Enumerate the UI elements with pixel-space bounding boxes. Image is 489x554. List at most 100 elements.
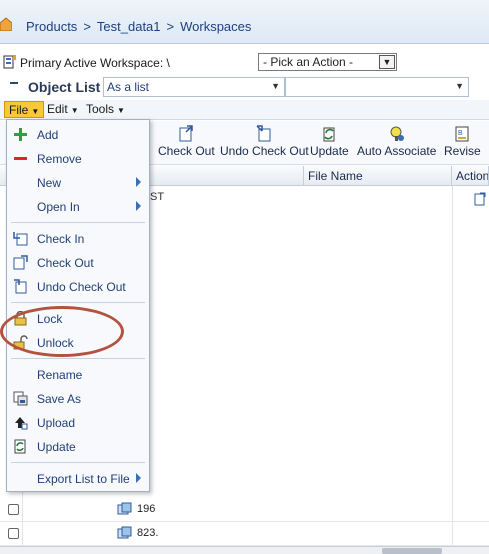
action-column-header[interactable]: Action bbox=[452, 166, 489, 186]
menu-item-label: Check In bbox=[37, 232, 85, 246]
breadcrumb-workspaces[interactable]: Workspaces bbox=[180, 19, 251, 34]
menu-item-add[interactable]: Add bbox=[7, 124, 149, 146]
toolbar-undo-check-out-button[interactable]: Undo Check Out bbox=[220, 125, 309, 158]
chevron-down-icon[interactable]: ▼ bbox=[379, 55, 395, 69]
menu-item-rename[interactable]: Rename bbox=[7, 364, 149, 386]
object-list-title: Object List bbox=[28, 79, 101, 95]
toolbar-check-out-button[interactable]: Check Out bbox=[158, 125, 215, 158]
object-list-row: Object List As a list ▼ ▼ bbox=[0, 76, 489, 98]
view-select[interactable]: As a list ▼ bbox=[103, 77, 285, 97]
workspace-row: Primary Active Workspace: \ - Pick an Ac… bbox=[0, 52, 489, 74]
file-menu-dropdown: Add Remove New Open In Check In Check Ou… bbox=[6, 119, 150, 492]
check-out-icon bbox=[179, 125, 194, 142]
menu-item-label: Export List to File bbox=[37, 472, 130, 486]
update-icon bbox=[14, 439, 26, 454]
edit-menu-label: Edit bbox=[47, 102, 68, 116]
caret-down-icon: ▼ bbox=[70, 106, 79, 115]
revise-icon: B bbox=[455, 126, 469, 142]
chevron-down-icon[interactable]: ▼ bbox=[455, 81, 464, 91]
table-row[interactable]: 823. bbox=[0, 522, 489, 546]
menu-item-label: Update bbox=[37, 440, 76, 454]
toolbar-revise-label: Revise bbox=[444, 144, 481, 158]
submenu-arrow-icon bbox=[136, 201, 141, 211]
submenu-arrow-icon bbox=[136, 473, 141, 483]
filter-select[interactable]: ▼ bbox=[285, 77, 469, 97]
toolbar-undo-check-out-label: Undo Check Out bbox=[220, 144, 309, 158]
menu-item-label: Undo Check Out bbox=[37, 280, 126, 294]
menu-item-update[interactable]: Update bbox=[7, 436, 149, 458]
row-number: 196 bbox=[137, 503, 156, 515]
tools-menu-label: Tools bbox=[86, 102, 115, 116]
caret-down-icon: ▼ bbox=[31, 107, 40, 116]
menu-item-remove[interactable]: Remove bbox=[7, 148, 149, 170]
toolbar-update-label: Update bbox=[310, 144, 349, 158]
chevron-down-icon[interactable]: ▼ bbox=[271, 81, 280, 91]
breadcrumb-separator: > bbox=[166, 19, 175, 34]
highlight-annotation bbox=[0, 306, 124, 357]
row-checkbox[interactable] bbox=[8, 504, 19, 515]
edit-menu-button[interactable]: Edit ▼ bbox=[43, 101, 83, 118]
file-menu-button[interactable]: File ▼ bbox=[4, 101, 45, 118]
row-number: 823. bbox=[137, 527, 159, 539]
first-row-partial-text: ST bbox=[150, 191, 165, 203]
menu-separator bbox=[11, 222, 145, 223]
breadcrumb: Products > Test_data1 > Workspaces bbox=[26, 19, 257, 34]
menu-item-save-as[interactable]: Save As bbox=[7, 388, 149, 410]
menu-item-label: Open In bbox=[37, 200, 80, 214]
plus-icon bbox=[14, 128, 27, 141]
part-icon bbox=[117, 526, 132, 539]
menu-item-label: Check Out bbox=[37, 256, 94, 270]
breadcrumb-bar: Products > Test_data1 > Workspaces bbox=[0, 0, 489, 44]
toolbar-auto-associate-button[interactable]: Auto Associate bbox=[357, 125, 436, 158]
action-column-label: Action bbox=[456, 169, 489, 183]
menu-item-label: Remove bbox=[37, 152, 82, 166]
menu-item-new[interactable]: New bbox=[7, 172, 149, 194]
scrollbar-thumb[interactable] bbox=[382, 548, 442, 554]
horizontal-scrollbar[interactable] bbox=[0, 546, 489, 554]
breadcrumb-separator: > bbox=[83, 19, 91, 34]
menu-item-label: Upload bbox=[37, 416, 76, 430]
menu-item-upload[interactable]: Upload bbox=[7, 412, 149, 434]
table-row[interactable]: 196 bbox=[0, 498, 489, 522]
undo-check-out-icon bbox=[256, 125, 271, 142]
toolbar-revise-button[interactable]: B Revise bbox=[444, 125, 481, 158]
file-name-column-header[interactable]: File Name bbox=[304, 166, 452, 186]
toolbar-check-out-label: Check Out bbox=[158, 144, 215, 158]
row-action-icon[interactable] bbox=[474, 192, 486, 206]
auto-associate-icon bbox=[390, 126, 404, 141]
workspace-icon bbox=[3, 55, 16, 69]
menu-item-check-in[interactable]: Check In bbox=[7, 228, 149, 250]
menu-separator bbox=[11, 302, 145, 303]
menu-item-label: Rename bbox=[37, 368, 83, 382]
menubar: File ▼ Edit ▼ Tools ▼ bbox=[0, 100, 489, 120]
upload-icon bbox=[15, 417, 28, 430]
menu-item-check-out[interactable]: Check Out bbox=[7, 252, 149, 274]
menu-item-open-in[interactable]: Open In bbox=[7, 196, 149, 218]
collapse-icon[interactable] bbox=[10, 82, 18, 90]
update-icon bbox=[323, 127, 335, 142]
row-checkbox[interactable] bbox=[8, 528, 19, 539]
menu-item-export-list-to-file[interactable]: Export List to File bbox=[7, 468, 149, 490]
menu-separator bbox=[11, 358, 145, 359]
submenu-arrow-icon bbox=[136, 177, 141, 187]
part-icon bbox=[117, 502, 132, 515]
check-out-icon bbox=[13, 255, 28, 270]
menu-item-label: Add bbox=[37, 128, 59, 142]
breadcrumb-products[interactable]: Products bbox=[26, 19, 77, 34]
pick-action-select[interactable]: - Pick an Action - ▼ bbox=[258, 53, 397, 71]
home-icon[interactable] bbox=[0, 17, 12, 31]
menu-item-undo-check-out[interactable]: Undo Check Out bbox=[7, 276, 149, 298]
svg-text:B: B bbox=[458, 130, 463, 137]
file-name-column-label: File Name bbox=[308, 169, 363, 183]
save-as-icon bbox=[13, 391, 28, 406]
menu-item-label: New bbox=[37, 176, 62, 190]
minus-icon bbox=[14, 157, 27, 160]
file-menu-label: File bbox=[9, 103, 29, 117]
toolbar-update-button[interactable]: Update bbox=[310, 125, 349, 158]
menu-separator bbox=[11, 462, 145, 463]
view-select-value: As a list bbox=[107, 80, 150, 94]
undo-check-out-icon bbox=[14, 279, 27, 294]
toolbar-auto-associate-label: Auto Associate bbox=[357, 144, 437, 158]
breadcrumb-test-data1[interactable]: Test_data1 bbox=[97, 19, 161, 34]
tools-menu-button[interactable]: Tools ▼ bbox=[82, 101, 129, 118]
